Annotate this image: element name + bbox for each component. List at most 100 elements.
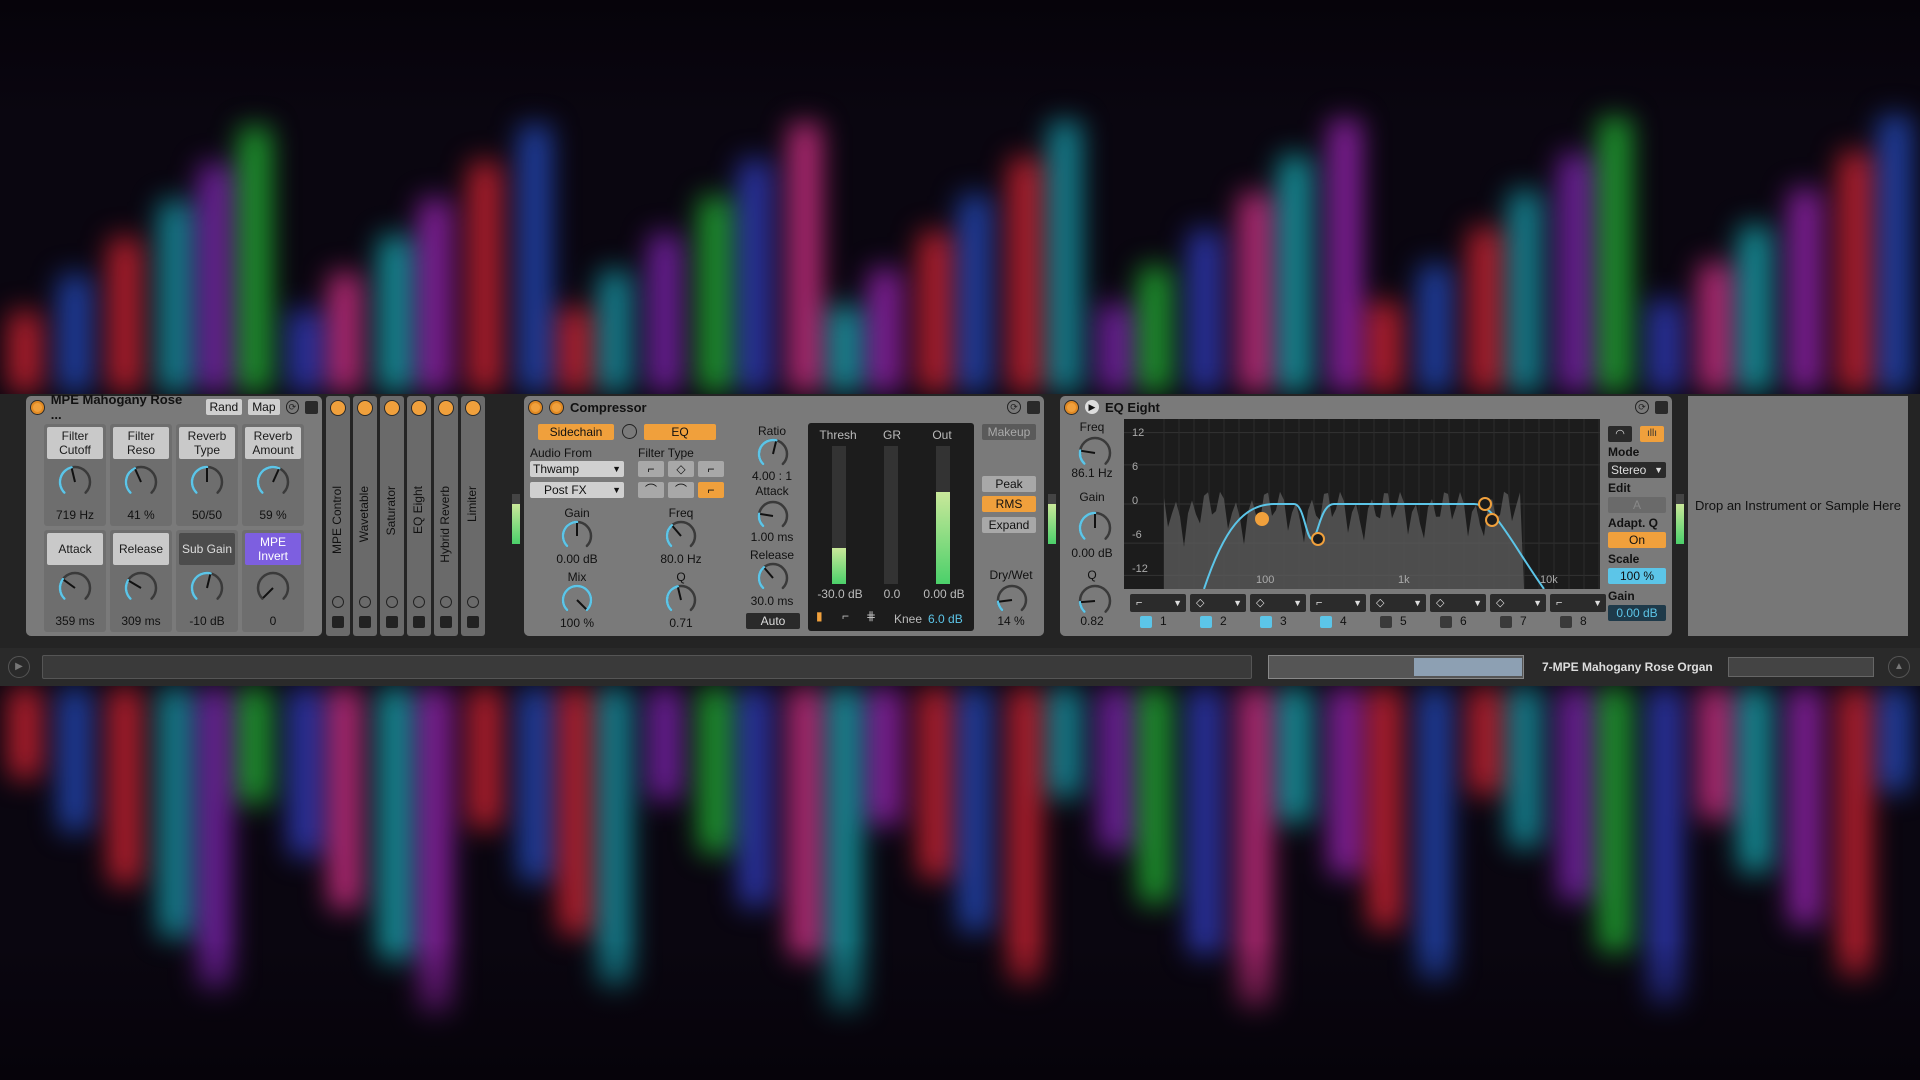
eq-band-handle-1[interactable]: [1255, 512, 1269, 526]
knob[interactable]: [123, 570, 159, 606]
chain-hot-swap-icon[interactable]: [386, 596, 398, 608]
filter-type-6[interactable]: ⌐: [698, 482, 724, 498]
knob[interactable]: [756, 437, 790, 471]
chain-activator[interactable]: [357, 400, 373, 416]
chain-hot-swap-icon[interactable]: [359, 596, 371, 608]
band-2-toggle[interactable]: [1200, 616, 1212, 628]
chain-save-icon[interactable]: [467, 616, 479, 628]
knob[interactable]: [1077, 583, 1113, 619]
eq-gain2-value[interactable]: 0.00 dB: [1608, 605, 1666, 621]
chain-save-icon[interactable]: [413, 616, 425, 628]
chain-activator[interactable]: [330, 400, 346, 416]
chain-activator[interactable]: [411, 400, 427, 416]
knob[interactable]: [756, 499, 790, 533]
filter-type-4[interactable]: ⌒: [638, 482, 664, 498]
edit-button[interactable]: A: [1608, 497, 1666, 513]
knob[interactable]: [189, 570, 225, 606]
knob[interactable]: [1077, 435, 1113, 471]
band-3-filter-type[interactable]: ◇: [1250, 594, 1306, 612]
sidechain-listen-icon[interactable]: [622, 424, 637, 439]
expand-button[interactable]: Expand: [982, 517, 1036, 533]
collapsed-view-icon[interactable]: ▮: [816, 609, 823, 623]
chain-save-icon[interactable]: [386, 616, 398, 628]
thresh-meter[interactable]: [832, 446, 846, 584]
play-icon[interactable]: ▶: [8, 656, 30, 678]
eq-power-button[interactable]: [1064, 399, 1079, 415]
knob[interactable]: [995, 583, 1029, 617]
knob[interactable]: [57, 570, 93, 606]
band-8-filter-type[interactable]: ⌐: [1550, 594, 1606, 612]
rand-button[interactable]: Rand: [205, 399, 243, 415]
chain-wavetable[interactable]: Wavetable: [353, 396, 377, 636]
band-4-toggle[interactable]: [1320, 616, 1332, 628]
eq-band-handle-3[interactable]: [1478, 497, 1492, 511]
band-8-toggle[interactable]: [1560, 616, 1572, 628]
compressor-save-icon[interactable]: [1027, 400, 1040, 414]
band-6-toggle[interactable]: [1440, 616, 1452, 628]
knob[interactable]: [189, 464, 225, 500]
band-4-filter-type[interactable]: ⌐: [1310, 594, 1366, 612]
band-1-filter-type[interactable]: ⌐: [1130, 594, 1186, 612]
chain-hybrid-reverb[interactable]: Hybrid Reverb: [434, 396, 458, 636]
knob[interactable]: [560, 583, 594, 617]
band-3-toggle[interactable]: [1260, 616, 1272, 628]
device-thumbnails[interactable]: [1728, 657, 1874, 677]
knob[interactable]: [560, 519, 594, 553]
eq-hot-swap-icon[interactable]: ⟳: [1635, 400, 1649, 414]
instrument-drop-zone[interactable]: Drop an Instrument or Sample Here: [1688, 396, 1908, 636]
sidechain-button[interactable]: Sidechain: [538, 424, 614, 440]
save-preset-icon[interactable]: [305, 400, 318, 414]
knob[interactable]: [255, 464, 291, 500]
filter-type-1[interactable]: ⌐: [638, 461, 664, 477]
band-5-filter-type[interactable]: ◇: [1370, 594, 1426, 612]
eq-band-handle-2[interactable]: [1311, 532, 1325, 546]
band-7-filter-type[interactable]: ◇: [1490, 594, 1546, 612]
mode-dropdown[interactable]: Stereo: [1608, 462, 1666, 478]
headphones-icon[interactable]: ◠: [1608, 426, 1632, 442]
eq-button[interactable]: EQ: [644, 424, 716, 440]
audio-from-dropdown[interactable]: Thwamp: [530, 461, 624, 477]
knob[interactable]: [57, 464, 93, 500]
knob[interactable]: [255, 570, 291, 606]
scale-value[interactable]: 100 %: [1608, 568, 1666, 584]
eq-play-icon[interactable]: ▶: [1085, 400, 1099, 414]
post-fx-dropdown[interactable]: Post FX: [530, 482, 624, 498]
knob[interactable]: [756, 561, 790, 595]
filter-type-3[interactable]: ⌐: [698, 461, 724, 477]
spectrum-icon[interactable]: ıllı: [1640, 426, 1664, 442]
chain-activator[interactable]: [384, 400, 400, 416]
chain-overview[interactable]: [1268, 655, 1524, 679]
knob[interactable]: [123, 464, 159, 500]
chain-hot-swap-icon[interactable]: [467, 596, 479, 608]
chain-mpe-control[interactable]: MPE Control: [326, 396, 350, 636]
band-7-toggle[interactable]: [1500, 616, 1512, 628]
chain-saturator[interactable]: Saturator: [380, 396, 404, 636]
rms-button[interactable]: RMS: [982, 496, 1036, 512]
expand-up-icon[interactable]: ▲: [1888, 656, 1910, 678]
chain-save-icon[interactable]: [332, 616, 344, 628]
hot-swap-icon[interactable]: ⟳: [285, 400, 300, 414]
band-6-filter-type[interactable]: ◇: [1430, 594, 1486, 612]
chain-limiter[interactable]: Limiter: [461, 396, 485, 636]
compressor-play-button[interactable]: [549, 399, 564, 415]
chain-activator[interactable]: [465, 400, 481, 416]
eq-band-handle-4[interactable]: [1485, 513, 1499, 527]
band-1-toggle[interactable]: [1140, 616, 1152, 628]
peak-button[interactable]: Peak: [982, 476, 1036, 492]
filter-type-2[interactable]: ◇: [668, 461, 694, 477]
adaptq-button[interactable]: On: [1608, 532, 1666, 548]
auto-release-button[interactable]: Auto: [746, 613, 800, 629]
knob[interactable]: [664, 519, 698, 553]
transfer-curve-icon[interactable]: ⌐: [842, 609, 849, 623]
chain-hot-swap-icon[interactable]: [332, 596, 344, 608]
chain-hot-swap-icon[interactable]: [413, 596, 425, 608]
knob[interactable]: [1077, 510, 1113, 546]
rack-power-button[interactable]: [30, 399, 45, 415]
band-2-filter-type[interactable]: ◇: [1190, 594, 1246, 612]
band-5-toggle[interactable]: [1380, 616, 1392, 628]
compressor-hot-swap-icon[interactable]: ⟳: [1007, 400, 1021, 414]
knob[interactable]: [664, 583, 698, 617]
filter-type-5[interactable]: ⌒: [668, 482, 694, 498]
chain-hot-swap-icon[interactable]: [440, 596, 452, 608]
activity-view-icon[interactable]: ⋕: [866, 609, 876, 623]
